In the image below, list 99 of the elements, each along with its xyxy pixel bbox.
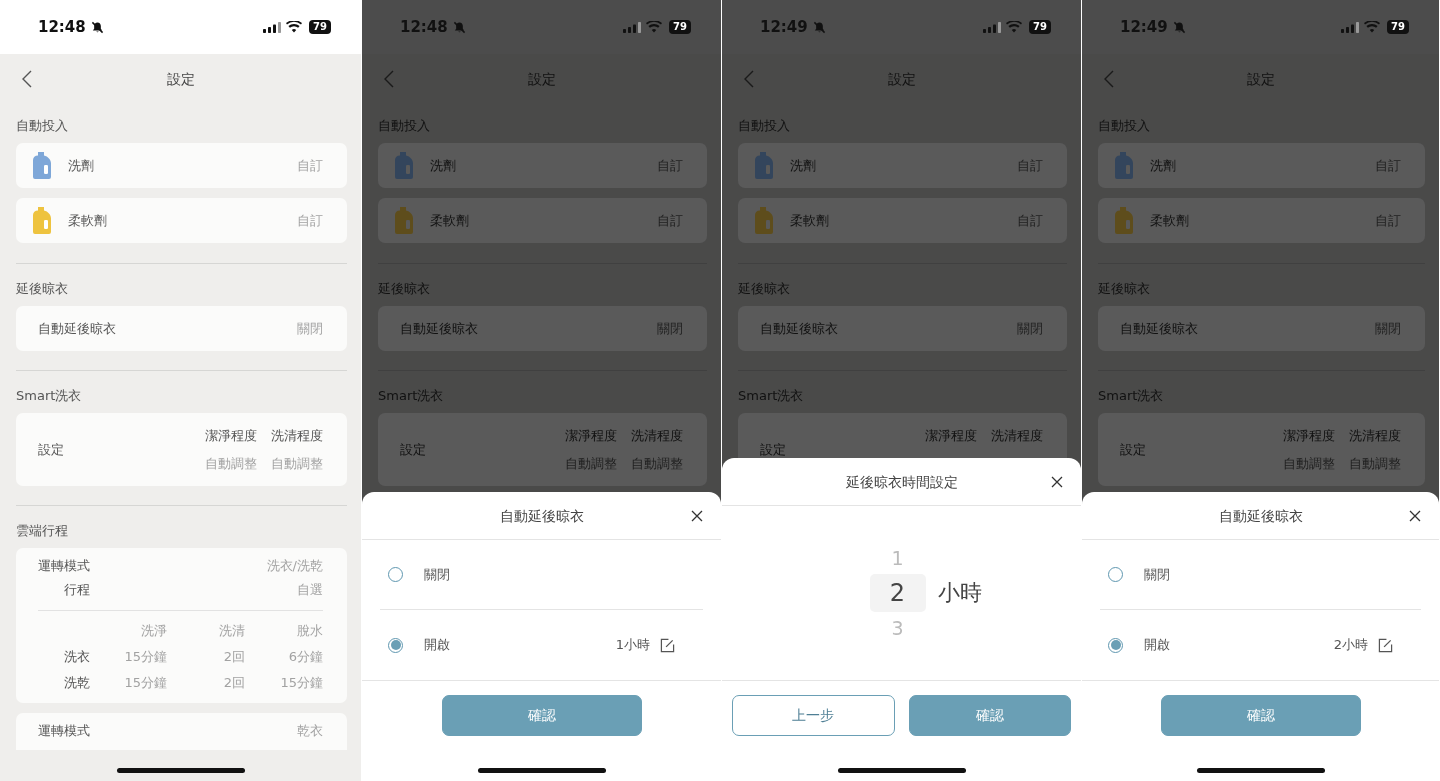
supply-card[interactable]: 柔軟劑 自訂	[16, 198, 347, 243]
option-label: 開啟	[424, 638, 450, 652]
program-value: 洗衣/洗乾	[266, 559, 323, 573]
program-card[interactable]: 運轉模式 洗衣/洗乾 行程 自選 洗淨 洗清 脫水 洗衣 15分鐘 2回 6分鐘 洗乾 15分鐘 2回 15分鐘	[16, 548, 347, 703]
table-heading: 脫水	[296, 624, 323, 638]
setting-label: 設定	[760, 442, 786, 457]
battery-indicator: 79	[669, 20, 691, 34]
edit-icon[interactable]	[1378, 637, 1393, 653]
signal-icon	[263, 21, 282, 33]
signal-icon	[623, 21, 642, 33]
program-value: 自選	[297, 583, 323, 597]
supply-name: 洗劑	[68, 158, 94, 173]
column-heading: 潔淨程度	[925, 429, 977, 443]
signal-icon	[1341, 21, 1360, 33]
back-icon[interactable]	[22, 70, 32, 88]
clock: 12:49	[760, 18, 808, 36]
program-value: 乾衣	[297, 724, 323, 738]
setting-value: 關閉	[297, 321, 323, 336]
wifi-icon	[286, 21, 303, 33]
supply-name: 柔軟劑	[790, 213, 829, 228]
section-label: 自動投入	[16, 119, 69, 133]
column-heading: 洗清程度	[271, 429, 323, 443]
hour-option[interactable]: 1	[869, 542, 926, 574]
table-cell-text: 2回	[222, 650, 245, 664]
column-heading: 潔淨程度	[205, 429, 257, 443]
page-title: 設定	[166, 72, 195, 86]
supply-card[interactable]: 洗劑 自訂	[16, 143, 347, 188]
sheet-title: 自動延後晾衣	[1218, 508, 1303, 523]
column-heading: 洗清程度	[631, 429, 683, 443]
table-row-label: 洗乾	[63, 676, 91, 690]
sheet-title: 延後晾衣時間設定	[845, 474, 958, 489]
option-label: 開啟	[1144, 638, 1170, 652]
table-cell-text: 2回	[222, 676, 245, 690]
program-label: 運轉模式	[38, 724, 90, 738]
setting-label: 自動延後晾衣	[38, 321, 116, 336]
column-heading: 洗清程度	[991, 429, 1043, 443]
edit-icon[interactable]	[660, 637, 675, 653]
setting-label: 設定	[1120, 442, 1146, 457]
setting-label: 設定	[38, 442, 64, 457]
column-heading: 潔淨程度	[565, 429, 617, 443]
setting-label: 自動延後晾衣	[400, 321, 478, 336]
close-icon[interactable]	[1051, 476, 1063, 488]
program-label: 行程	[64, 583, 90, 597]
back-button[interactable]: 上一步	[732, 695, 895, 736]
table-cell-text: 15分鐘	[123, 650, 167, 664]
battery-indicator: 79	[1387, 20, 1409, 34]
setting-label: 設定	[400, 442, 426, 457]
clock: 12:49	[1120, 18, 1168, 36]
setting-card[interactable]: 自動延後晾衣 關閉	[16, 306, 347, 351]
supply-value: 自訂	[297, 158, 323, 173]
battery-indicator: 79	[309, 20, 331, 34]
clock: 12:48	[400, 18, 448, 36]
program-label: 運轉模式	[38, 559, 90, 573]
setting-label: 自動延後晾衣	[1120, 321, 1198, 336]
battery-indicator: 79	[1029, 20, 1051, 34]
section-label: Smart洗衣	[16, 389, 83, 403]
hour-option[interactable]: 3	[869, 612, 926, 644]
hour-option[interactable]: 2	[869, 574, 926, 612]
section-label: Smart洗衣	[1098, 389, 1165, 403]
supply-name: 柔軟劑	[68, 213, 107, 228]
section-label: 延後晾衣	[16, 282, 69, 296]
option-label: 關閉	[1144, 567, 1170, 582]
program-card[interactable]: 運轉模式 乾衣	[16, 713, 347, 750]
sheet-title: 自動延後晾衣	[499, 508, 584, 523]
section-label: Smart洗衣	[378, 389, 445, 403]
setting-label: 自動延後晾衣	[760, 321, 838, 336]
clock: 12:48	[38, 18, 86, 36]
wifi-icon	[1364, 21, 1381, 33]
table-heading: 洗淨	[140, 624, 167, 638]
smart-card[interactable]: 設定 潔淨程度 自動調整 洗清程度 自動調整	[16, 413, 347, 486]
table-cell-text: 15分鐘	[123, 676, 167, 690]
supply-name: 洗劑	[430, 158, 456, 173]
close-icon[interactable]	[1409, 510, 1421, 522]
signal-icon	[983, 21, 1002, 33]
table-cell-text: 6分鐘	[287, 650, 323, 664]
supply-name: 柔軟劑	[1150, 213, 1189, 228]
confirm-button[interactable]: 確認	[441, 695, 642, 736]
option-value: 2小時	[1333, 638, 1368, 652]
section-label: 雲端行程	[16, 524, 69, 538]
close-icon[interactable]	[691, 510, 703, 522]
confirm-button[interactable]: 確認	[908, 695, 1071, 736]
unit-label: 小時	[937, 580, 982, 606]
confirm-button[interactable]: 確認	[1160, 695, 1361, 736]
supply-value: 自訂	[297, 213, 323, 228]
section-label: Smart洗衣	[738, 389, 805, 403]
option-value: 1小時	[615, 638, 650, 652]
supply-name: 洗劑	[1150, 158, 1176, 173]
table-row-label: 洗衣	[63, 650, 91, 664]
column-value: 自動調整	[271, 457, 323, 471]
column-heading: 洗清程度	[1349, 429, 1401, 443]
wifi-icon	[646, 21, 663, 33]
table-cell-text: 15分鐘	[279, 676, 323, 690]
supply-name: 柔軟劑	[430, 213, 469, 228]
table-heading: 洗清	[218, 624, 245, 638]
column-value: 自動調整	[205, 457, 257, 471]
wifi-icon	[1006, 21, 1023, 33]
option-label: 關閉	[424, 567, 450, 582]
supply-name: 洗劑	[790, 158, 816, 173]
column-heading: 潔淨程度	[1283, 429, 1335, 443]
